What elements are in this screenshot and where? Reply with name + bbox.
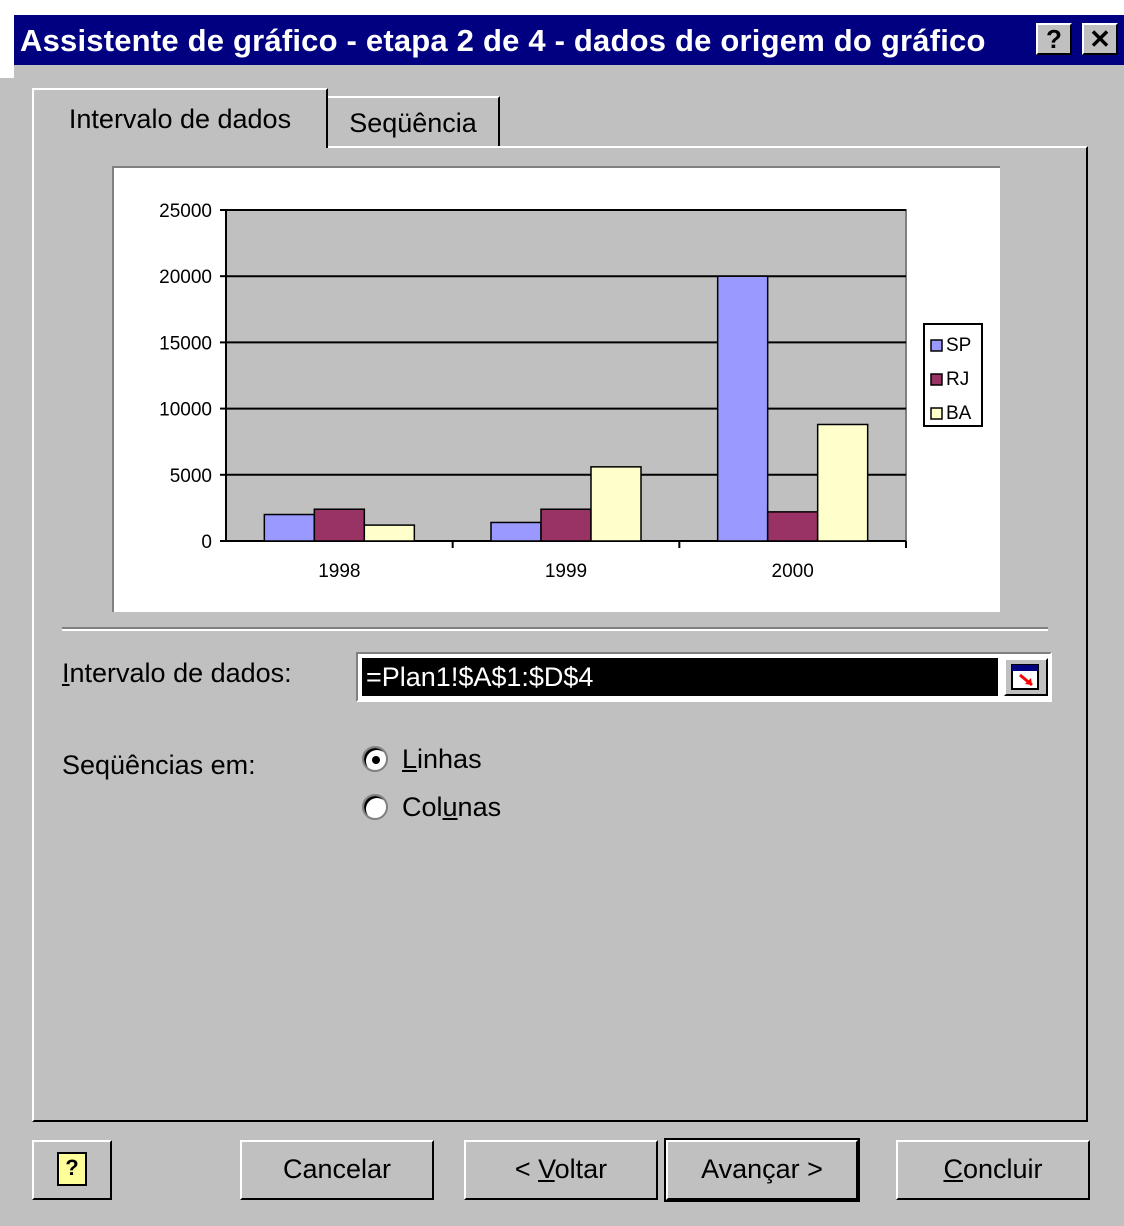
plot-area bbox=[225, 209, 907, 542]
chart-preview: 0 5000 10000 15000 20000 25000 1998 1999 2000 SP R… bbox=[112, 166, 1000, 612]
finish-label-accel: C bbox=[943, 1154, 963, 1184]
tab-data-range[interactable]: Intervalo de dados bbox=[32, 88, 328, 148]
bar-rj bbox=[313, 508, 366, 542]
bar-sp bbox=[716, 275, 769, 542]
legend-swatch-rj bbox=[930, 373, 943, 386]
back-label-post: oltar bbox=[554, 1154, 608, 1184]
bar-ba bbox=[816, 423, 869, 542]
back-label-accel: V bbox=[538, 1154, 555, 1184]
legend-label-sp: SP bbox=[946, 335, 971, 356]
close-icon: ✕ bbox=[1089, 24, 1111, 54]
range-field[interactable]: =Plan1!$A$1:$D$4 bbox=[356, 652, 1052, 702]
tab-series-label: Seqüência bbox=[349, 108, 477, 138]
bar-ba bbox=[363, 524, 416, 542]
tab-series[interactable]: Seqüência bbox=[326, 96, 500, 146]
x-tick-label: 1999 bbox=[545, 561, 587, 582]
finish-label-post: oncluir bbox=[962, 1154, 1043, 1184]
radio-rows-label-rest: inhas bbox=[417, 744, 482, 774]
bar-rj bbox=[766, 511, 819, 542]
cancel-button[interactable]: Cancelar bbox=[240, 1140, 434, 1200]
bar-ba bbox=[590, 466, 642, 542]
back-label-pre: < bbox=[514, 1154, 539, 1184]
y-tick-label: 15000 bbox=[159, 333, 212, 354]
window-title: Assistente de gráfico - etapa 2 de 4 - d… bbox=[20, 23, 986, 58]
next-button[interactable]: Avançar > bbox=[664, 1138, 860, 1202]
radio-columns-label-post: nas bbox=[457, 792, 502, 822]
title-help-button[interactable]: ? bbox=[1036, 23, 1072, 55]
bar-sp bbox=[263, 513, 316, 542]
back-button[interactable]: < Voltar bbox=[464, 1140, 658, 1200]
legend-label-ba: BA bbox=[946, 403, 972, 424]
radio-rows[interactable] bbox=[362, 746, 388, 772]
radio-columns-label[interactable]: Colunas bbox=[402, 792, 501, 823]
collapse-dialog-icon bbox=[1011, 664, 1039, 690]
finish-button[interactable]: Concluir bbox=[896, 1140, 1090, 1200]
radio-columns-accel: u bbox=[442, 792, 458, 822]
x-tick-label: 1998 bbox=[318, 561, 360, 582]
y-tick-label: 25000 bbox=[159, 201, 212, 222]
legend-label-rj: RJ bbox=[946, 369, 969, 390]
radio-rows-dot bbox=[372, 756, 380, 764]
range-label-rest: ntervalo de dados: bbox=[69, 658, 292, 688]
collapse-dialog-button[interactable] bbox=[1004, 658, 1048, 696]
legend-swatch-ba bbox=[930, 407, 943, 420]
series-in-label: Seqüências em: bbox=[62, 750, 256, 780]
range-label: Intervalo de dados: bbox=[62, 658, 292, 689]
y-tick-label: 5000 bbox=[170, 466, 212, 487]
bar-rj bbox=[540, 508, 592, 542]
radio-columns[interactable] bbox=[362, 794, 388, 820]
legend-swatch-sp bbox=[930, 339, 943, 352]
y-tick-label: 0 bbox=[201, 532, 212, 553]
x-tick-label: 2000 bbox=[772, 561, 814, 582]
question-mark-icon: ? bbox=[57, 1151, 87, 1186]
y-tick-label: 10000 bbox=[159, 400, 212, 421]
help-icon: ? bbox=[1046, 24, 1062, 54]
y-tick-label: 20000 bbox=[159, 267, 212, 288]
radio-columns-label-pre: Col bbox=[402, 792, 443, 822]
help-button[interactable]: ? bbox=[32, 1140, 112, 1200]
radio-rows-label[interactable]: Linhas bbox=[402, 744, 482, 775]
separator-line bbox=[62, 627, 1048, 631]
title-bar-band: Assistente de gráfico - etapa 2 de 4 - d… bbox=[14, 15, 1124, 65]
title-close-button[interactable]: ✕ bbox=[1082, 23, 1118, 55]
radio-rows-accel: L bbox=[402, 744, 418, 774]
range-value[interactable]: =Plan1!$A$1:$D$4 bbox=[362, 658, 998, 696]
chart-svg: 0 5000 10000 15000 20000 25000 1998 1999 2000 SP R… bbox=[159, 201, 983, 582]
range-label-accel: I bbox=[62, 658, 70, 688]
tab-data-range-label: Intervalo de dados bbox=[68, 104, 292, 134]
bar-sp bbox=[490, 521, 542, 542]
